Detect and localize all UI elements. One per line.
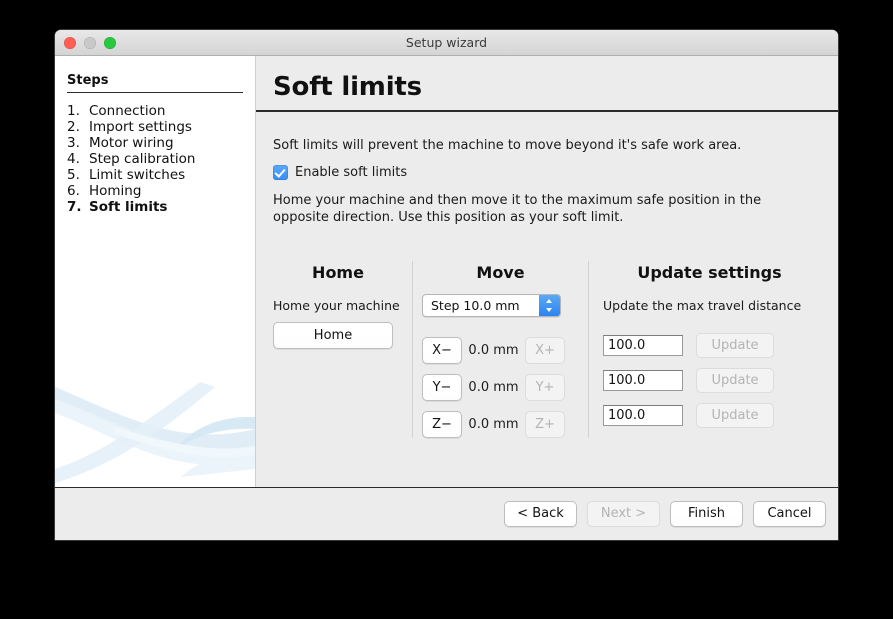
steps-sidebar: Steps 1. Connection 2. Import settings 3. Mot… — [55, 56, 256, 487]
step-number: 6. — [67, 183, 80, 199]
steps-heading: Steps — [67, 73, 109, 88]
home-column-title: Home — [312, 263, 364, 282]
sidebar-step-motor-wiring[interactable]: 3. Motor wiring — [55, 135, 255, 151]
step-label: Soft limits — [89, 199, 168, 215]
axis-row: X− 0.0 mm X+ — [422, 337, 588, 364]
page-title: Soft limits — [273, 72, 422, 102]
update-button: Update — [696, 368, 774, 393]
max-travel-input[interactable] — [603, 405, 683, 426]
sidebar-step-limit-switches[interactable]: 5. Limit switches — [55, 167, 255, 183]
footer-finish-button[interactable]: Finish — [670, 501, 743, 527]
step-size-select[interactable]: Step 10.0 mm — [422, 294, 561, 317]
step-label: Import settings — [89, 119, 192, 135]
steps-list: 1. Connection 2. Import settings 3. Motor wir… — [55, 103, 255, 215]
step-label: Connection — [89, 103, 166, 119]
sidebar-step-soft-limits[interactable]: 7. Soft limits — [55, 199, 255, 215]
steps-heading-divider — [67, 92, 243, 93]
controls-columns: Home Home your machine Home Move Step 10… — [264, 261, 830, 438]
move-column: Move Step 10.0 mm X− 0.0 mm X+ Y− 0.0 mm Y+ Z−… — [413, 261, 588, 438]
enable-soft-limits-label: Enable soft limits — [295, 164, 408, 180]
home-button[interactable]: Home — [273, 322, 393, 349]
jog-z-minus-button[interactable]: Z− — [422, 411, 462, 438]
step-label: Homing — [89, 183, 142, 199]
step-number: 3. — [67, 135, 80, 151]
max-travel-rows: Update Update Update — [589, 333, 830, 428]
step-size-value: Step 10.0 mm — [431, 298, 520, 313]
jog-x-plus-button: X+ — [525, 337, 565, 364]
axis-position-value: 0.0 mm — [468, 417, 519, 432]
intro-text: Soft limits will prevent the machine to … — [273, 137, 742, 153]
max-travel-input[interactable] — [603, 335, 683, 356]
title-divider — [256, 110, 838, 112]
step-label: Limit switches — [89, 167, 186, 183]
enable-soft-limits-row[interactable]: Enable soft limits — [273, 164, 838, 180]
axis-row: Y− 0.0 mm Y+ — [422, 374, 588, 401]
enable-soft-limits-checkbox[interactable] — [273, 164, 288, 180]
jog-z-plus-button: Z+ — [525, 411, 565, 438]
footer-cancel-button[interactable]: Cancel — [753, 501, 826, 527]
sidebar-step-step-calibration[interactable]: 4. Step calibration — [55, 151, 255, 167]
decorative-swoosh-graphic — [55, 382, 255, 483]
step-label: Step calibration — [89, 151, 196, 167]
step-number: 5. — [67, 167, 80, 183]
jog-y-plus-button: Y+ — [525, 374, 565, 401]
jog-x-minus-button[interactable]: X− — [422, 337, 462, 364]
axis-row: Z− 0.0 mm Z+ — [422, 411, 588, 438]
max-travel-row: Update — [603, 403, 830, 428]
max-travel-input[interactable] — [603, 370, 683, 391]
jog-y-minus-button[interactable]: Y− — [422, 374, 462, 401]
update-button: Update — [696, 333, 774, 358]
sidebar-step-import-settings[interactable]: 2. Import settings — [55, 119, 255, 135]
update-settings-column: Update settings Update the max travel di… — [589, 261, 830, 438]
sidebar-step-connection[interactable]: 1. Connection — [55, 103, 255, 119]
sidebar-step-homing[interactable]: 6. Homing — [55, 183, 255, 199]
step-number: 7. — [67, 199, 82, 215]
update-button: Update — [696, 403, 774, 428]
footer-back-button[interactable]: < Back — [504, 501, 577, 527]
setup-wizard-window: Setup wizard Steps 1. Connection 2. Import … — [55, 30, 838, 540]
max-travel-row: Update — [603, 368, 830, 393]
window-title: Setup wizard — [405, 35, 488, 50]
window-body: Steps 1. Connection 2. Import settings 3. Mot… — [55, 56, 838, 487]
wizard-footer: < Back Next > Finish Cancel — [55, 487, 838, 540]
step-number: 2. — [67, 119, 80, 135]
axis-jog-rows: X− 0.0 mm X+ Y− 0.0 mm Y+ Z− 0.0 mm Z+ — [413, 337, 588, 438]
axis-position-value: 0.0 mm — [468, 343, 519, 358]
step-number: 4. — [67, 151, 80, 167]
max-travel-row: Update — [603, 333, 830, 358]
footer-next-button: Next > — [587, 501, 660, 527]
chevron-updown-icon[interactable] — [539, 295, 560, 316]
window-titlebar: Setup wizard — [55, 30, 838, 56]
step-label: Motor wiring — [89, 135, 174, 151]
instructions-text: Home your machine and then move it to th… — [273, 192, 762, 225]
wizard-content: Soft limits Soft limits will prevent the… — [256, 56, 838, 487]
home-column: Home Home your machine Home — [264, 261, 412, 438]
home-column-subtitle: Home your machine — [273, 298, 400, 313]
update-column-title: Update settings — [637, 263, 782, 282]
update-column-subtitle: Update the max travel distance — [603, 298, 802, 313]
axis-position-value: 0.0 mm — [468, 380, 519, 395]
step-number: 1. — [67, 103, 80, 119]
move-column-title: Move — [476, 263, 525, 282]
